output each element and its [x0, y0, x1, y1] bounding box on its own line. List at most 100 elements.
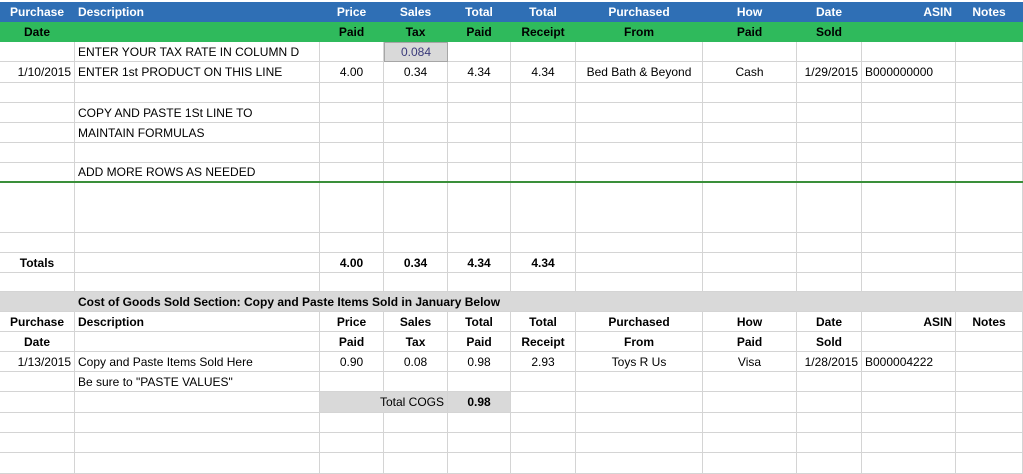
- cell[interactable]: [511, 163, 576, 182]
- cell[interactable]: [511, 42, 576, 62]
- header-cell[interactable]: Description: [75, 2, 320, 22]
- header-cell[interactable]: Date: [0, 22, 75, 42]
- cell[interactable]: [576, 123, 703, 143]
- cell[interactable]: [576, 392, 703, 413]
- header-cell[interactable]: Paid: [320, 22, 384, 42]
- total-tax-cell[interactable]: 0.34: [384, 253, 448, 273]
- cell[interactable]: [703, 183, 797, 233]
- header-cell[interactable]: [956, 22, 1023, 42]
- cell[interactable]: [576, 103, 703, 123]
- totals-label[interactable]: Totals: [0, 253, 75, 273]
- cell[interactable]: [75, 143, 320, 163]
- cell[interactable]: [703, 392, 797, 413]
- header-cell[interactable]: Sold: [797, 22, 862, 42]
- cell[interactable]: [448, 123, 511, 143]
- cell[interactable]: [384, 143, 448, 163]
- cell[interactable]: [320, 273, 384, 292]
- cell[interactable]: [862, 413, 956, 433]
- cell[interactable]: [384, 453, 448, 474]
- cell[interactable]: [862, 123, 956, 143]
- cell[interactable]: [75, 183, 320, 233]
- header-cell[interactable]: [862, 332, 956, 352]
- tax-cell[interactable]: 0.08: [384, 352, 448, 372]
- cell[interactable]: [511, 413, 576, 433]
- cell[interactable]: [0, 453, 75, 474]
- cell[interactable]: [448, 433, 511, 453]
- header-cell[interactable]: Paid: [448, 332, 511, 352]
- cell[interactable]: [75, 83, 320, 103]
- cell[interactable]: [384, 103, 448, 123]
- how-paid-cell[interactable]: Cash: [703, 62, 797, 83]
- cell[interactable]: [956, 433, 1023, 453]
- cell[interactable]: [797, 273, 862, 292]
- header-cell[interactable]: How: [703, 2, 797, 22]
- cell[interactable]: [448, 103, 511, 123]
- cell[interactable]: [384, 233, 448, 253]
- cell[interactable]: [320, 103, 384, 123]
- cell[interactable]: [0, 433, 75, 453]
- cell[interactable]: [956, 372, 1023, 392]
- total-cogs-label[interactable]: Total COGS: [320, 392, 448, 413]
- cell[interactable]: [797, 163, 862, 182]
- total-price-cell[interactable]: 4.00: [320, 253, 384, 273]
- cell[interactable]: [797, 413, 862, 433]
- cell[interactable]: [384, 123, 448, 143]
- cell[interactable]: [0, 273, 75, 292]
- cell[interactable]: [956, 163, 1023, 182]
- cell[interactable]: [862, 143, 956, 163]
- cell[interactable]: [384, 273, 448, 292]
- cell[interactable]: [956, 453, 1023, 474]
- cell[interactable]: [511, 143, 576, 163]
- cell[interactable]: [956, 143, 1023, 163]
- notes-cell[interactable]: [956, 352, 1023, 372]
- header-cell[interactable]: From: [576, 332, 703, 352]
- cell[interactable]: [703, 103, 797, 123]
- cell[interactable]: [511, 392, 576, 413]
- cell[interactable]: [862, 42, 956, 62]
- cell[interactable]: [320, 413, 384, 433]
- cell[interactable]: [448, 83, 511, 103]
- cell[interactable]: [956, 392, 1023, 413]
- cell[interactable]: [320, 143, 384, 163]
- cell[interactable]: [320, 42, 384, 62]
- cell[interactable]: [320, 123, 384, 143]
- purchased-from-cell[interactable]: Bed Bath & Beyond: [576, 62, 703, 83]
- cell[interactable]: [797, 143, 862, 163]
- cell[interactable]: [862, 372, 956, 392]
- cell[interactable]: [797, 372, 862, 392]
- header-cell[interactable]: [862, 22, 956, 42]
- cell[interactable]: [862, 83, 956, 103]
- cell[interactable]: [384, 372, 448, 392]
- header-cell[interactable]: Total: [511, 2, 576, 22]
- header-cell[interactable]: Sold: [797, 332, 862, 352]
- cell[interactable]: [0, 292, 75, 312]
- cell[interactable]: [0, 143, 75, 163]
- cell[interactable]: [576, 413, 703, 433]
- cell[interactable]: [956, 42, 1023, 62]
- cell[interactable]: [384, 183, 448, 233]
- cell[interactable]: [862, 103, 956, 123]
- header-cell[interactable]: Total: [448, 312, 511, 332]
- cell[interactable]: [384, 433, 448, 453]
- header-cell[interactable]: Receipt: [511, 22, 576, 42]
- header-cell[interactable]: Tax: [384, 332, 448, 352]
- cell[interactable]: [576, 453, 703, 474]
- copy-instruction-2[interactable]: MAINTAIN FORMULAS: [75, 123, 320, 143]
- cell[interactable]: [0, 42, 75, 62]
- cell[interactable]: [797, 123, 862, 143]
- purchase-date-cell[interactable]: 1/13/2015: [0, 352, 75, 372]
- notes-cell[interactable]: [956, 62, 1023, 83]
- cell[interactable]: [511, 103, 576, 123]
- header-cell[interactable]: Date: [0, 332, 75, 352]
- header-cell[interactable]: Purchased: [576, 2, 703, 22]
- cell[interactable]: [320, 372, 384, 392]
- cell[interactable]: [862, 253, 956, 273]
- header-cell[interactable]: Receipt: [511, 332, 576, 352]
- cell[interactable]: [576, 253, 703, 273]
- header-cell[interactable]: [75, 22, 320, 42]
- cell[interactable]: [703, 83, 797, 103]
- cell[interactable]: [862, 233, 956, 253]
- purchase-date-cell[interactable]: 1/10/2015: [0, 62, 75, 83]
- header-cell[interactable]: Price: [320, 312, 384, 332]
- asin-cell[interactable]: B000000000: [862, 62, 956, 83]
